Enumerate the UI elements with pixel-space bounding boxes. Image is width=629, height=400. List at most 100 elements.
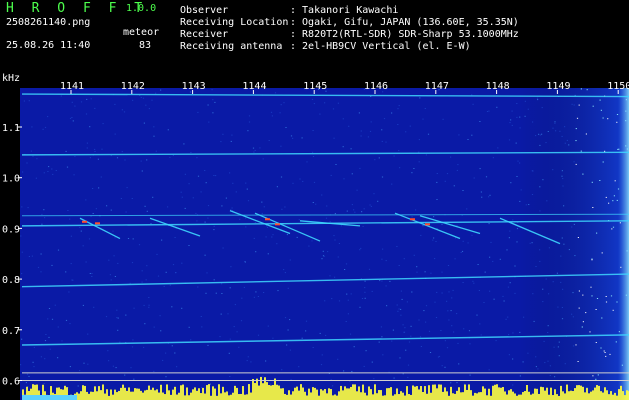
noise-bar	[230, 394, 232, 400]
noise-bar	[578, 385, 580, 400]
location-label: Receiving Location	[180, 17, 289, 28]
noise-bar	[566, 384, 568, 400]
noise-bar	[222, 386, 224, 400]
noise-bar	[378, 390, 380, 400]
noise-bar	[470, 390, 472, 400]
noise-bar	[244, 394, 246, 400]
time-label: 1147	[425, 81, 449, 92]
noise-bar	[426, 393, 428, 400]
noise-bar	[402, 392, 404, 400]
noise-bar	[178, 392, 180, 400]
noise-bar	[516, 395, 518, 400]
noise-bar	[452, 393, 454, 400]
noise-bar	[148, 385, 150, 400]
noise-bar	[580, 385, 582, 400]
time-label: 1148	[486, 81, 510, 92]
noise-bar	[592, 390, 594, 400]
antenna-label: Receiving antenna	[180, 41, 283, 52]
noise-bar	[546, 387, 548, 400]
noise-bar	[164, 394, 166, 400]
noise-bar	[312, 387, 314, 400]
noise-bar	[614, 392, 616, 400]
noise-bar	[466, 389, 468, 400]
freq-tick-label: 0.9	[2, 224, 20, 235]
noise-bar	[598, 385, 600, 400]
noise-bar	[414, 386, 416, 400]
noise-bar	[302, 387, 304, 400]
noise-bar	[468, 384, 470, 400]
noise-bar	[190, 392, 192, 400]
noise-bar	[442, 391, 444, 400]
noise-bar	[520, 394, 522, 400]
noise-bar	[408, 394, 410, 400]
noise-bar	[594, 387, 596, 400]
noise-bar	[238, 394, 240, 400]
noise-bar	[150, 389, 152, 400]
noise-bar	[206, 385, 208, 400]
noise-bar	[268, 385, 270, 400]
noise-bar	[562, 391, 564, 400]
noise-bar	[86, 391, 88, 400]
noise-bar	[456, 390, 458, 400]
meteor-echo-peak	[275, 223, 280, 226]
noise-bar	[380, 390, 382, 400]
noise-bar	[288, 390, 290, 400]
noise-bar	[110, 389, 112, 400]
noise-bar	[154, 390, 156, 400]
noise-bar	[386, 388, 388, 400]
noise-bar	[80, 391, 82, 400]
noise-bar	[216, 395, 218, 400]
noise-bar	[382, 395, 384, 400]
noise-bar	[354, 384, 356, 400]
noise-bar	[324, 389, 326, 400]
noise-bar	[536, 388, 538, 400]
observer-value: : Takanori Kawachi	[290, 5, 399, 16]
meteor-echo-peak	[265, 218, 270, 221]
noise-bar	[396, 388, 398, 400]
noise-bar	[196, 390, 198, 400]
noise-bar	[318, 395, 320, 400]
time-label: 1144	[242, 81, 266, 92]
noise-bar	[472, 395, 474, 400]
noise-bar	[624, 395, 626, 400]
noise-bar	[104, 393, 106, 400]
noise-bar	[258, 385, 260, 400]
time-label: 1143	[182, 81, 206, 92]
noise-bar	[250, 392, 252, 400]
time-label: 1146	[364, 81, 388, 92]
noise-bar	[126, 390, 128, 400]
noise-bar	[552, 395, 554, 400]
noise-bar	[170, 394, 172, 400]
noise-bar	[224, 392, 226, 400]
noise-bar	[94, 386, 96, 400]
noise-bar	[370, 389, 372, 400]
noise-bar	[278, 385, 280, 400]
noise-bar	[156, 389, 158, 400]
noise-bar	[272, 385, 274, 400]
noise-bar	[314, 387, 316, 400]
noise-bar	[162, 392, 164, 400]
noise-bar	[90, 391, 92, 400]
meteor-echo-peak	[425, 223, 430, 226]
noise-bar	[348, 388, 350, 400]
freq-tick-label: 0.7	[2, 326, 20, 337]
noise-bar	[192, 389, 194, 400]
noise-bar	[180, 385, 182, 400]
noise-bar	[130, 391, 132, 400]
noise-bar	[310, 392, 312, 400]
noise-bar	[282, 388, 284, 400]
noise-bar	[226, 391, 228, 400]
noise-bar	[82, 385, 84, 400]
noise-bar	[490, 395, 492, 400]
noise-bar	[96, 391, 98, 400]
noise-bar	[576, 385, 578, 400]
noise-bar	[256, 378, 258, 400]
noise-bar	[522, 392, 524, 400]
noise-bar	[184, 395, 186, 400]
noise-bar	[218, 384, 220, 400]
noise-bar	[460, 392, 462, 400]
noise-bar	[406, 386, 408, 400]
noise-bar	[438, 384, 440, 400]
date-time: 25.08.26 11:40	[6, 40, 91, 51]
noise-bar	[360, 392, 362, 400]
